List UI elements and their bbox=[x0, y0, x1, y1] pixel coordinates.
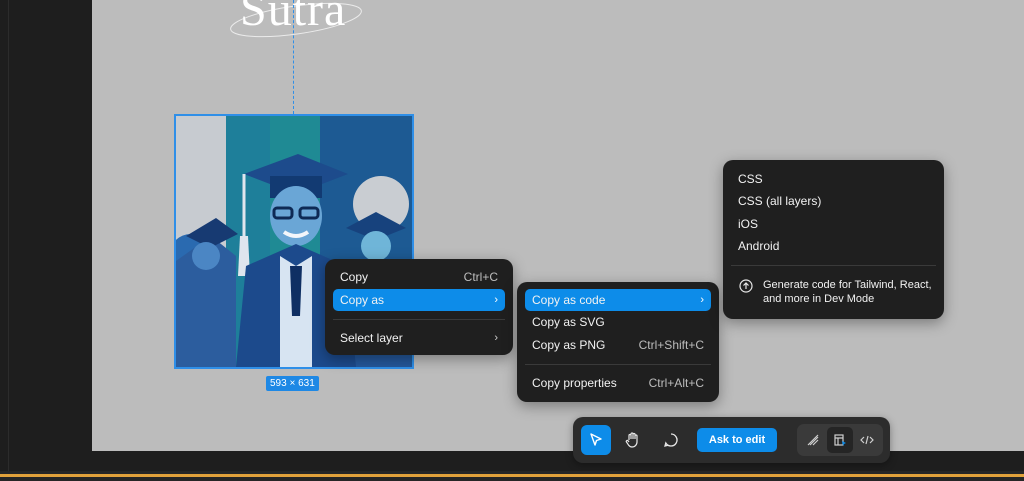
context-menu: Copy Ctrl+C Copy as › Select layer › bbox=[325, 259, 513, 355]
copy-as-submenu: Copy as code › Copy as SVG Copy as PNG C… bbox=[517, 282, 719, 402]
move-tool-icon bbox=[590, 433, 602, 446]
design-mode-button[interactable] bbox=[827, 427, 853, 453]
menu-item-label: CSS bbox=[738, 172, 763, 186]
menu-item-label: Copy as code bbox=[532, 293, 606, 307]
chevron-right-icon: › bbox=[494, 332, 498, 344]
menu-item-label: Copy as SVG bbox=[532, 315, 605, 329]
bottom-toolbar: Ask to edit bbox=[573, 417, 890, 463]
menu-item-label: Copy as PNG bbox=[532, 338, 606, 352]
menu-item-label: Copy as bbox=[340, 293, 385, 307]
menu-item-css[interactable]: CSS bbox=[731, 168, 936, 190]
menu-item-copy-as-code[interactable]: Copy as code › bbox=[525, 289, 711, 311]
menu-item-ios[interactable]: iOS bbox=[731, 213, 936, 235]
menu-item-label: Android bbox=[738, 239, 780, 253]
menu-item-shortcut: Ctrl+Shift+C bbox=[638, 338, 704, 352]
menu-item-copy-properties[interactable]: Copy properties Ctrl+Alt+C bbox=[525, 372, 711, 394]
draw-mode-button[interactable] bbox=[800, 427, 826, 453]
menu-divider bbox=[333, 319, 505, 320]
menu-item-label: CSS (all layers) bbox=[738, 194, 822, 208]
comment-tool-button[interactable] bbox=[656, 425, 686, 455]
status-bar bbox=[0, 471, 1024, 481]
dimension-badge: 593 × 631 bbox=[266, 376, 319, 391]
menu-item-copy-as-png[interactable]: Copy as PNG Ctrl+Shift+C bbox=[525, 334, 711, 356]
alignment-guide bbox=[293, 0, 294, 114]
dev-mode-button[interactable] bbox=[854, 427, 880, 453]
menu-item-label: iOS bbox=[738, 217, 759, 231]
hand-tool-button[interactable] bbox=[618, 425, 648, 455]
panel-divider bbox=[8, 0, 9, 471]
chevron-right-icon: › bbox=[700, 294, 704, 306]
menu-item-android[interactable]: Android bbox=[731, 235, 936, 257]
menu-divider bbox=[525, 364, 711, 365]
draw-mode-icon bbox=[807, 434, 819, 446]
menu-item-label: Copy bbox=[340, 270, 369, 284]
code-submenu: CSS CSS (all layers) iOS Android Generat… bbox=[723, 160, 944, 319]
menu-item-shortcut: Ctrl+C bbox=[463, 270, 498, 284]
chevron-right-icon: › bbox=[494, 294, 498, 306]
menu-item-copy-as-svg[interactable]: Copy as SVG bbox=[525, 311, 711, 333]
menu-item-copy[interactable]: Copy Ctrl+C bbox=[333, 266, 505, 288]
dev-mode-text: Generate code for Tailwind, React, and m… bbox=[763, 279, 932, 305]
menu-item-label: Copy properties bbox=[532, 376, 617, 390]
design-mode-icon bbox=[834, 434, 846, 446]
left-panel bbox=[0, 0, 92, 471]
menu-item-css-all-layers[interactable]: CSS (all layers) bbox=[731, 190, 936, 212]
menu-item-copy-as[interactable]: Copy as › bbox=[333, 289, 505, 311]
menu-item-label: Select layer bbox=[340, 331, 403, 345]
menu-divider bbox=[731, 265, 936, 266]
menu-item-shortcut: Ctrl+Alt+C bbox=[648, 376, 704, 390]
arrow-up-circle-icon bbox=[739, 279, 753, 293]
hand-tool-icon bbox=[625, 432, 638, 448]
move-tool-button[interactable] bbox=[581, 425, 611, 455]
dev-mode-icon bbox=[860, 435, 874, 445]
comment-icon bbox=[664, 433, 678, 447]
ask-to-edit-button[interactable]: Ask to edit bbox=[697, 428, 777, 452]
menu-item-select-layer[interactable]: Select layer › bbox=[333, 327, 505, 349]
accent-strip bbox=[0, 474, 1024, 477]
mode-switcher bbox=[797, 424, 883, 456]
dev-mode-link[interactable]: Generate code for Tailwind, React, and m… bbox=[733, 277, 934, 311]
